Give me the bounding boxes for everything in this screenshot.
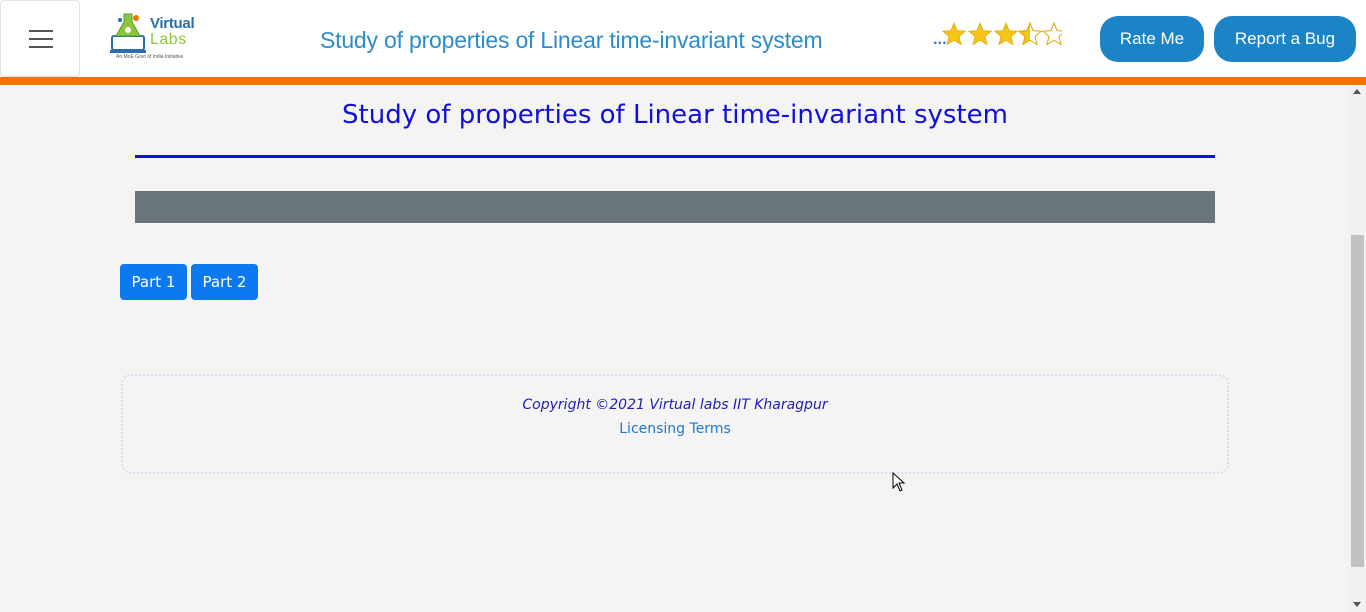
page-title: Study of properties of Linear time-invar… bbox=[342, 100, 1008, 130]
logo-tagline: An MoE Govt of India Initiative bbox=[116, 54, 184, 60]
copyright-text: Copyright ©2021 Virtual labs IIT Kharagp… bbox=[522, 397, 828, 413]
title-divider bbox=[135, 155, 1215, 158]
menu-icon-line bbox=[29, 30, 53, 32]
footer: Copyright ©2021 Virtual labs IIT Kharagp… bbox=[121, 374, 1229, 474]
logo-text-labs: Labs bbox=[150, 31, 187, 48]
lab-flask-icon bbox=[110, 13, 146, 53]
part-1-button[interactable]: Part 1 bbox=[120, 264, 187, 300]
scrollbar-thumb[interactable] bbox=[1351, 235, 1364, 567]
mouse-cursor-icon bbox=[892, 472, 906, 492]
licensing-terms-link[interactable]: Licensing Terms bbox=[123, 421, 1227, 437]
header-title: Study of properties of Linear time-invar… bbox=[320, 27, 823, 53]
header-accent-bar bbox=[0, 77, 1366, 85]
part-2-button[interactable]: Part 2 bbox=[191, 264, 258, 300]
top-header: Virtual Labs An MoE Govt of India Initia… bbox=[0, 0, 1366, 77]
rating-stars[interactable] bbox=[942, 20, 1062, 48]
report-bug-button[interactable]: Report a Bug bbox=[1214, 16, 1356, 62]
menu-icon-line bbox=[29, 38, 53, 40]
menu-icon-line bbox=[29, 46, 53, 48]
virtual-labs-logo[interactable]: Virtual Labs An MoE Govt of India Initia… bbox=[110, 12, 202, 64]
star-icon[interactable] bbox=[994, 22, 1018, 45]
star-icon[interactable] bbox=[942, 22, 966, 45]
scroll-down-arrow-icon[interactable] bbox=[1353, 602, 1361, 607]
hamburger-menu-button[interactable] bbox=[0, 0, 80, 77]
content-bar bbox=[135, 191, 1215, 223]
logo-text-virtual: Virtual bbox=[150, 15, 195, 32]
scroll-up-arrow-icon[interactable] bbox=[1353, 89, 1361, 94]
empty-star-icon[interactable] bbox=[1042, 22, 1062, 45]
half-star-icon[interactable] bbox=[1018, 22, 1042, 45]
star-icon[interactable] bbox=[968, 22, 992, 45]
vertical-scrollbar[interactable] bbox=[1349, 85, 1366, 612]
rate-me-button[interactable]: Rate Me bbox=[1100, 16, 1204, 62]
